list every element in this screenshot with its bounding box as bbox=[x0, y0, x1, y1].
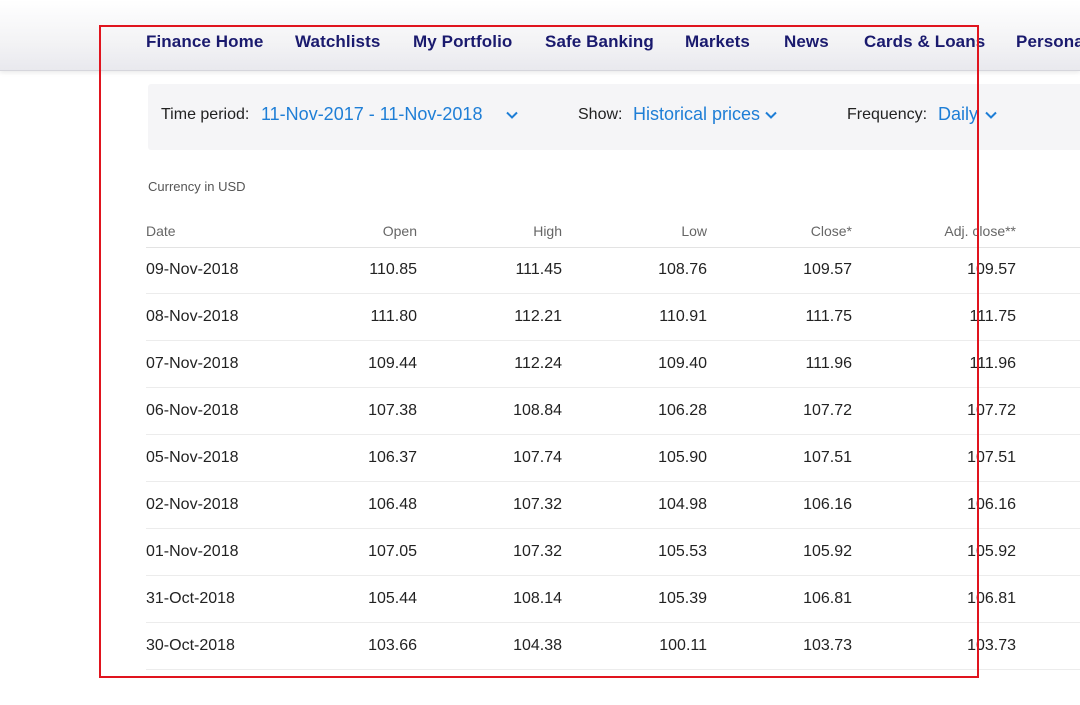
cell-high: 108.84 bbox=[513, 402, 562, 419]
show-label: Show: bbox=[578, 106, 623, 123]
cell-open: 110.85 bbox=[369, 261, 417, 278]
cell-open: 106.48 bbox=[368, 496, 417, 513]
cell-adj-close: 107.51 bbox=[967, 449, 1016, 466]
cell-close: 106.16 bbox=[803, 496, 852, 513]
cell-low: 105.39 bbox=[658, 590, 707, 607]
time-period-label: Time period: bbox=[161, 106, 250, 123]
cell-low: 108.76 bbox=[658, 261, 707, 278]
filter-bar: Time period: 11-Nov-2017 - 11-Nov-2018 S… bbox=[148, 84, 1080, 150]
frequency-selector[interactable]: Daily bbox=[938, 104, 978, 125]
nav-finance-home[interactable]: Finance Home bbox=[146, 32, 263, 52]
nav-cards-loans[interactable]: Cards & Loans bbox=[864, 32, 985, 52]
cell-date: 31-Oct-2018 bbox=[146, 590, 235, 607]
cell-adj-close: 111.75 bbox=[969, 308, 1016, 325]
cell-close: 111.96 bbox=[805, 355, 852, 372]
cell-date: 07-Nov-2018 bbox=[146, 355, 239, 372]
header-close: Close* bbox=[810, 223, 852, 239]
cell-low: 106.28 bbox=[658, 402, 707, 419]
frequency-label: Frequency: bbox=[847, 106, 928, 123]
cell-open: 107.05 bbox=[368, 543, 417, 560]
cell-date: 05-Nov-2018 bbox=[146, 449, 239, 466]
cell-adj-close: 106.16 bbox=[967, 496, 1016, 513]
table-header: Date Open High Low Close* Adj. close** bbox=[146, 223, 1080, 248]
table-body: 09-Nov-2018 110.85 111.45 108.76 109.57 109.5… bbox=[146, 247, 1080, 679]
cell-adj-close: 111.96 bbox=[969, 355, 1016, 372]
table-row: 09-Nov-2018 110.85 111.45 108.76 109.57 109.5… bbox=[146, 247, 1080, 294]
table-row: 30-Oct-2018 103.66 104.38 100.11 103.73 103.7… bbox=[146, 623, 1080, 670]
header-adj-close: Adj. close** bbox=[944, 223, 1016, 239]
cell-low: 105.90 bbox=[658, 449, 707, 466]
cell-high: 112.21 bbox=[514, 308, 562, 325]
cell-adj-close: 105.92 bbox=[967, 543, 1016, 560]
header-date: Date bbox=[146, 223, 176, 239]
cell-open: 111.80 bbox=[370, 308, 417, 325]
time-period-selector[interactable]: 11-Nov-2017 - 11-Nov-2018 bbox=[261, 104, 482, 125]
cell-close: 106.81 bbox=[803, 590, 852, 607]
cell-adj-close: 109.57 bbox=[967, 261, 1016, 278]
cell-close: 107.72 bbox=[803, 402, 852, 419]
nav-safe-banking[interactable]: Safe Banking bbox=[545, 32, 654, 52]
currency-note: Currency in USD bbox=[148, 179, 246, 194]
table-row: 02-Nov-2018 106.48 107.32 104.98 106.16 106.1… bbox=[146, 482, 1080, 529]
chevron-down-icon[interactable] bbox=[505, 108, 519, 122]
cell-high: 107.32 bbox=[513, 496, 562, 513]
header-high: High bbox=[533, 223, 562, 239]
cell-date: 09-Nov-2018 bbox=[146, 261, 239, 278]
cell-low: 110.91 bbox=[659, 308, 707, 325]
cell-date: 06-Nov-2018 bbox=[146, 402, 239, 419]
table-row: 07-Nov-2018 109.44 112.24 109.40 111.96 111.9… bbox=[146, 341, 1080, 388]
cell-open: 105.44 bbox=[368, 590, 417, 607]
cell-low: 104.98 bbox=[658, 496, 707, 513]
top-navigation: Finance Home Watchlists My Portfolio Saf… bbox=[0, 0, 1080, 71]
cell-close: 103.73 bbox=[803, 637, 852, 654]
cell-open: 106.37 bbox=[368, 449, 417, 466]
table-row: 06-Nov-2018 107.38 108.84 106.28 107.72 107.7… bbox=[146, 388, 1080, 435]
nav-news[interactable]: News bbox=[784, 32, 829, 52]
cell-high: 108.14 bbox=[513, 590, 562, 607]
cell-date: 08-Nov-2018 bbox=[146, 308, 239, 325]
cell-adj-close: 106.81 bbox=[967, 590, 1016, 607]
cell-date: 30-Oct-2018 bbox=[146, 637, 235, 654]
table-row: 29-Oct-2018108.11108.70101.63103.85103.8… bbox=[146, 670, 1080, 679]
cell-high: 112.24 bbox=[514, 355, 562, 372]
show-selector[interactable]: Historical prices bbox=[633, 104, 760, 125]
table-row: 31-Oct-2018 105.44 108.14 105.39 106.81 106.8… bbox=[146, 576, 1080, 623]
header-open: Open bbox=[382, 223, 417, 239]
cell-date: 01-Nov-2018 bbox=[146, 543, 239, 560]
nav-personal[interactable]: Personal bbox=[1016, 32, 1080, 52]
nav-watchlists[interactable]: Watchlists bbox=[295, 32, 380, 52]
cell-open: 103.66 bbox=[368, 637, 417, 654]
cell-close: 107.51 bbox=[803, 449, 852, 466]
nav-markets[interactable]: Markets bbox=[685, 32, 750, 52]
nav-my-portfolio[interactable]: My Portfolio bbox=[413, 32, 512, 52]
cell-close: 105.92 bbox=[803, 543, 852, 560]
cell-open: 107.38 bbox=[368, 402, 417, 419]
cell-low: 105.53 bbox=[658, 543, 707, 560]
cell-date: 02-Nov-2018 bbox=[146, 496, 239, 513]
cell-adj-close: 103.73 bbox=[967, 637, 1016, 654]
cell-open: 109.44 bbox=[368, 355, 417, 372]
cell-adj-close: 107.72 bbox=[967, 402, 1016, 419]
table-row: 08-Nov-2018 111.80 112.21 110.91 111.75 111.7… bbox=[146, 294, 1080, 341]
table-row: 05-Nov-2018 106.37 107.74 105.90 107.51 107.5… bbox=[146, 435, 1080, 482]
cell-close: 109.57 bbox=[803, 261, 852, 278]
cell-high: 104.38 bbox=[513, 637, 562, 654]
cell-high: 107.74 bbox=[513, 449, 562, 466]
cell-close: 111.75 bbox=[805, 308, 852, 325]
chevron-down-icon[interactable] bbox=[764, 108, 778, 122]
header-low: Low bbox=[681, 223, 707, 239]
table-row: 01-Nov-2018 107.05 107.32 105.53 105.92 105.9… bbox=[146, 529, 1080, 576]
cell-low: 109.40 bbox=[658, 355, 707, 372]
cell-high: 111.45 bbox=[515, 261, 562, 278]
chevron-down-icon[interactable] bbox=[984, 108, 998, 122]
cell-high: 107.32 bbox=[513, 543, 562, 560]
cell-low: 100.11 bbox=[659, 637, 707, 654]
